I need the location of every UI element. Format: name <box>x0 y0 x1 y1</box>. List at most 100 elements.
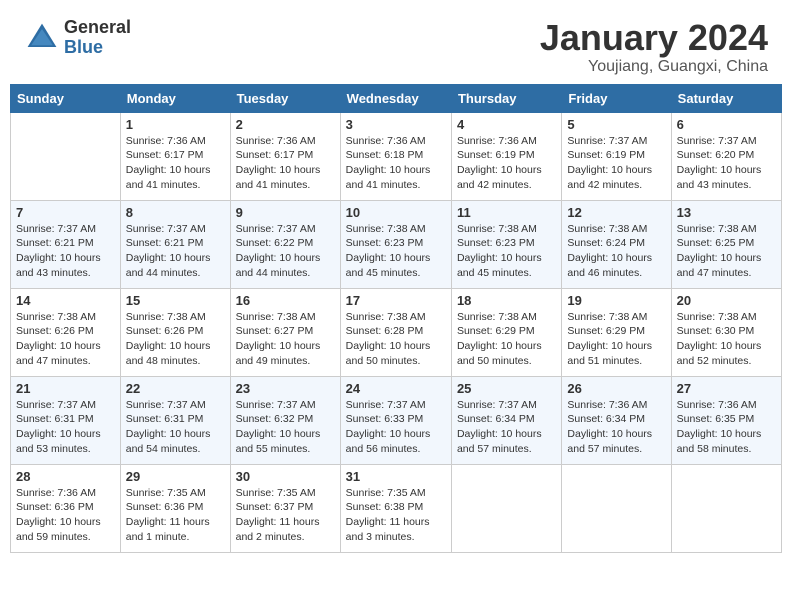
day-info: Sunrise: 7:36 AMSunset: 6:17 PMDaylight:… <box>236 134 335 193</box>
calendar-cell: 8 Sunrise: 7:37 AMSunset: 6:21 PMDaylight… <box>120 200 230 288</box>
logo-general-text: General <box>64 18 131 38</box>
day-number: 27 <box>677 381 776 396</box>
day-number: 31 <box>346 469 446 484</box>
calendar-cell: 22 Sunrise: 7:37 AMSunset: 6:31 PMDayligh… <box>120 376 230 464</box>
calendar-cell <box>11 112 121 200</box>
day-number: 18 <box>457 293 556 308</box>
calendar-cell: 29Sunrise: 7:35 AMSunset: 6:36 PMDayligh… <box>120 464 230 552</box>
day-info: Sunrise: 7:37 AMSunset: 6:19 PMDaylight:… <box>567 134 665 193</box>
day-number: 26 <box>567 381 665 396</box>
day-info: Sunrise: 7:38 AMSunset: 6:26 PMDaylight:… <box>126 310 225 369</box>
calendar-cell: 21 Sunrise: 7:37 AMSunset: 6:31 PMDayligh… <box>11 376 121 464</box>
weekday-header: Sunday <box>11 84 121 112</box>
day-info: Sunrise: 7:37 AMSunset: 6:22 PMDaylight:… <box>236 222 335 281</box>
day-number: 7 <box>16 205 115 220</box>
calendar-cell: 16 Sunrise: 7:38 AMSunset: 6:27 PMDayligh… <box>230 288 340 376</box>
day-info: Sunrise: 7:36 AMSunset: 6:18 PMDaylight:… <box>346 134 446 193</box>
calendar-cell: 17 Sunrise: 7:38 AMSunset: 6:28 PMDayligh… <box>340 288 451 376</box>
calendar-cell: 4Sunrise: 7:36 AMSunset: 6:19 PMDaylight… <box>451 112 561 200</box>
header: General Blue January 2024 Youjiang, Guan… <box>0 0 792 84</box>
calendar-table: SundayMondayTuesdayWednesdayThursdayFrid… <box>10 84 782 553</box>
day-number: 20 <box>677 293 776 308</box>
day-info: Sunrise: 7:36 AMSunset: 6:17 PMDaylight:… <box>126 134 225 193</box>
day-number: 24 <box>346 381 446 396</box>
day-number: 28 <box>16 469 115 484</box>
weekday-header: Monday <box>120 84 230 112</box>
calendar-week-row: 28 Sunrise: 7:36 AMSunset: 6:36 PMDayligh… <box>11 464 782 552</box>
day-number: 30 <box>236 469 335 484</box>
day-info: Sunrise: 7:38 AMSunset: 6:30 PMDaylight:… <box>677 310 776 369</box>
calendar-week-row: 14 Sunrise: 7:38 AMSunset: 6:26 PMDayligh… <box>11 288 782 376</box>
calendar-cell: 1Sunrise: 7:36 AMSunset: 6:17 PMDaylight… <box>120 112 230 200</box>
day-info: Sunrise: 7:37 AMSunset: 6:31 PMDaylight:… <box>126 398 225 457</box>
calendar-cell: 15 Sunrise: 7:38 AMSunset: 6:26 PMDayligh… <box>120 288 230 376</box>
weekday-header: Tuesday <box>230 84 340 112</box>
day-number: 2 <box>236 117 335 132</box>
day-info: Sunrise: 7:37 AMSunset: 6:34 PMDaylight:… <box>457 398 556 457</box>
day-info: Sunrise: 7:36 AMSunset: 6:19 PMDaylight:… <box>457 134 556 193</box>
calendar-cell: 9 Sunrise: 7:37 AMSunset: 6:22 PMDaylight… <box>230 200 340 288</box>
calendar-cell: 27 Sunrise: 7:36 AMSunset: 6:35 PMDayligh… <box>671 376 781 464</box>
day-number: 5 <box>567 117 665 132</box>
day-number: 8 <box>126 205 225 220</box>
day-info: Sunrise: 7:37 AMSunset: 6:21 PMDaylight:… <box>126 222 225 281</box>
weekday-header: Friday <box>562 84 671 112</box>
day-number: 12 <box>567 205 665 220</box>
day-number: 22 <box>126 381 225 396</box>
day-number: 14 <box>16 293 115 308</box>
day-number: 29 <box>126 469 225 484</box>
calendar-cell: 28 Sunrise: 7:36 AMSunset: 6:36 PMDayligh… <box>11 464 121 552</box>
calendar-cell: 14Sunrise: 7:38 AMSunset: 6:26 PMDayligh… <box>11 288 121 376</box>
title-area: January 2024 Youjiang, Guangxi, China <box>540 18 768 76</box>
day-number: 16 <box>236 293 335 308</box>
month-title: January 2024 <box>540 18 768 58</box>
day-info: Sunrise: 7:38 AMSunset: 6:23 PMDaylight:… <box>457 222 556 281</box>
day-number: 15 <box>126 293 225 308</box>
day-info: Sunrise: 7:38 AMSunset: 6:29 PMDaylight:… <box>457 310 556 369</box>
day-info: Sunrise: 7:38 AMSunset: 6:25 PMDaylight:… <box>677 222 776 281</box>
weekday-header: Thursday <box>451 84 561 112</box>
calendar-cell: 13 Sunrise: 7:38 AMSunset: 6:25 PMDayligh… <box>671 200 781 288</box>
weekday-header: Wednesday <box>340 84 451 112</box>
calendar-cell: 31Sunrise: 7:35 AMSunset: 6:38 PMDayligh… <box>340 464 451 552</box>
day-number: 9 <box>236 205 335 220</box>
day-number: 21 <box>16 381 115 396</box>
calendar-cell: 2 Sunrise: 7:36 AMSunset: 6:17 PMDaylight… <box>230 112 340 200</box>
calendar-cell: 18 Sunrise: 7:38 AMSunset: 6:29 PMDayligh… <box>451 288 561 376</box>
day-number: 23 <box>236 381 335 396</box>
day-info: Sunrise: 7:37 AMSunset: 6:31 PMDaylight:… <box>16 398 115 457</box>
day-info: Sunrise: 7:36 AMSunset: 6:34 PMDaylight:… <box>567 398 665 457</box>
logo: General Blue <box>24 18 131 58</box>
day-info: Sunrise: 7:38 AMSunset: 6:28 PMDaylight:… <box>346 310 446 369</box>
day-info: Sunrise: 7:38 AMSunset: 6:27 PMDaylight:… <box>236 310 335 369</box>
calendar-week-row: 1Sunrise: 7:36 AMSunset: 6:17 PMDaylight… <box>11 112 782 200</box>
day-info: Sunrise: 7:38 AMSunset: 6:23 PMDaylight:… <box>346 222 446 281</box>
calendar-wrapper: SundayMondayTuesdayWednesdayThursdayFrid… <box>0 84 792 563</box>
calendar-week-row: 21 Sunrise: 7:37 AMSunset: 6:31 PMDayligh… <box>11 376 782 464</box>
day-info: Sunrise: 7:35 AMSunset: 6:37 PMDaylight:… <box>236 486 335 545</box>
day-info: Sunrise: 7:36 AMSunset: 6:35 PMDaylight:… <box>677 398 776 457</box>
calendar-cell: 10 Sunrise: 7:38 AMSunset: 6:23 PMDayligh… <box>340 200 451 288</box>
calendar-cell: 26 Sunrise: 7:36 AMSunset: 6:34 PMDayligh… <box>562 376 671 464</box>
calendar-cell: 20 Sunrise: 7:38 AMSunset: 6:30 PMDayligh… <box>671 288 781 376</box>
calendar-cell: 11 Sunrise: 7:38 AMSunset: 6:23 PMDayligh… <box>451 200 561 288</box>
calendar-cell: 19Sunrise: 7:38 AMSunset: 6:29 PMDayligh… <box>562 288 671 376</box>
day-info: Sunrise: 7:38 AMSunset: 6:29 PMDaylight:… <box>567 310 665 369</box>
day-number: 17 <box>346 293 446 308</box>
calendar-cell <box>671 464 781 552</box>
day-info: Sunrise: 7:37 AMSunset: 6:20 PMDaylight:… <box>677 134 776 193</box>
calendar-cell: 12Sunrise: 7:38 AMSunset: 6:24 PMDayligh… <box>562 200 671 288</box>
calendar-cell <box>562 464 671 552</box>
day-info: Sunrise: 7:36 AMSunset: 6:36 PMDaylight:… <box>16 486 115 545</box>
day-number: 6 <box>677 117 776 132</box>
day-info: Sunrise: 7:37 AMSunset: 6:32 PMDaylight:… <box>236 398 335 457</box>
calendar-cell: 6 Sunrise: 7:37 AMSunset: 6:20 PMDaylight… <box>671 112 781 200</box>
calendar-week-row: 7 Sunrise: 7:37 AMSunset: 6:21 PMDaylight… <box>11 200 782 288</box>
day-number: 13 <box>677 205 776 220</box>
day-number: 10 <box>346 205 446 220</box>
location: Youjiang, Guangxi, China <box>540 58 768 76</box>
day-number: 11 <box>457 205 556 220</box>
day-number: 25 <box>457 381 556 396</box>
calendar-cell: 3Sunrise: 7:36 AMSunset: 6:18 PMDaylight… <box>340 112 451 200</box>
calendar-cell: 24Sunrise: 7:37 AMSunset: 6:33 PMDayligh… <box>340 376 451 464</box>
